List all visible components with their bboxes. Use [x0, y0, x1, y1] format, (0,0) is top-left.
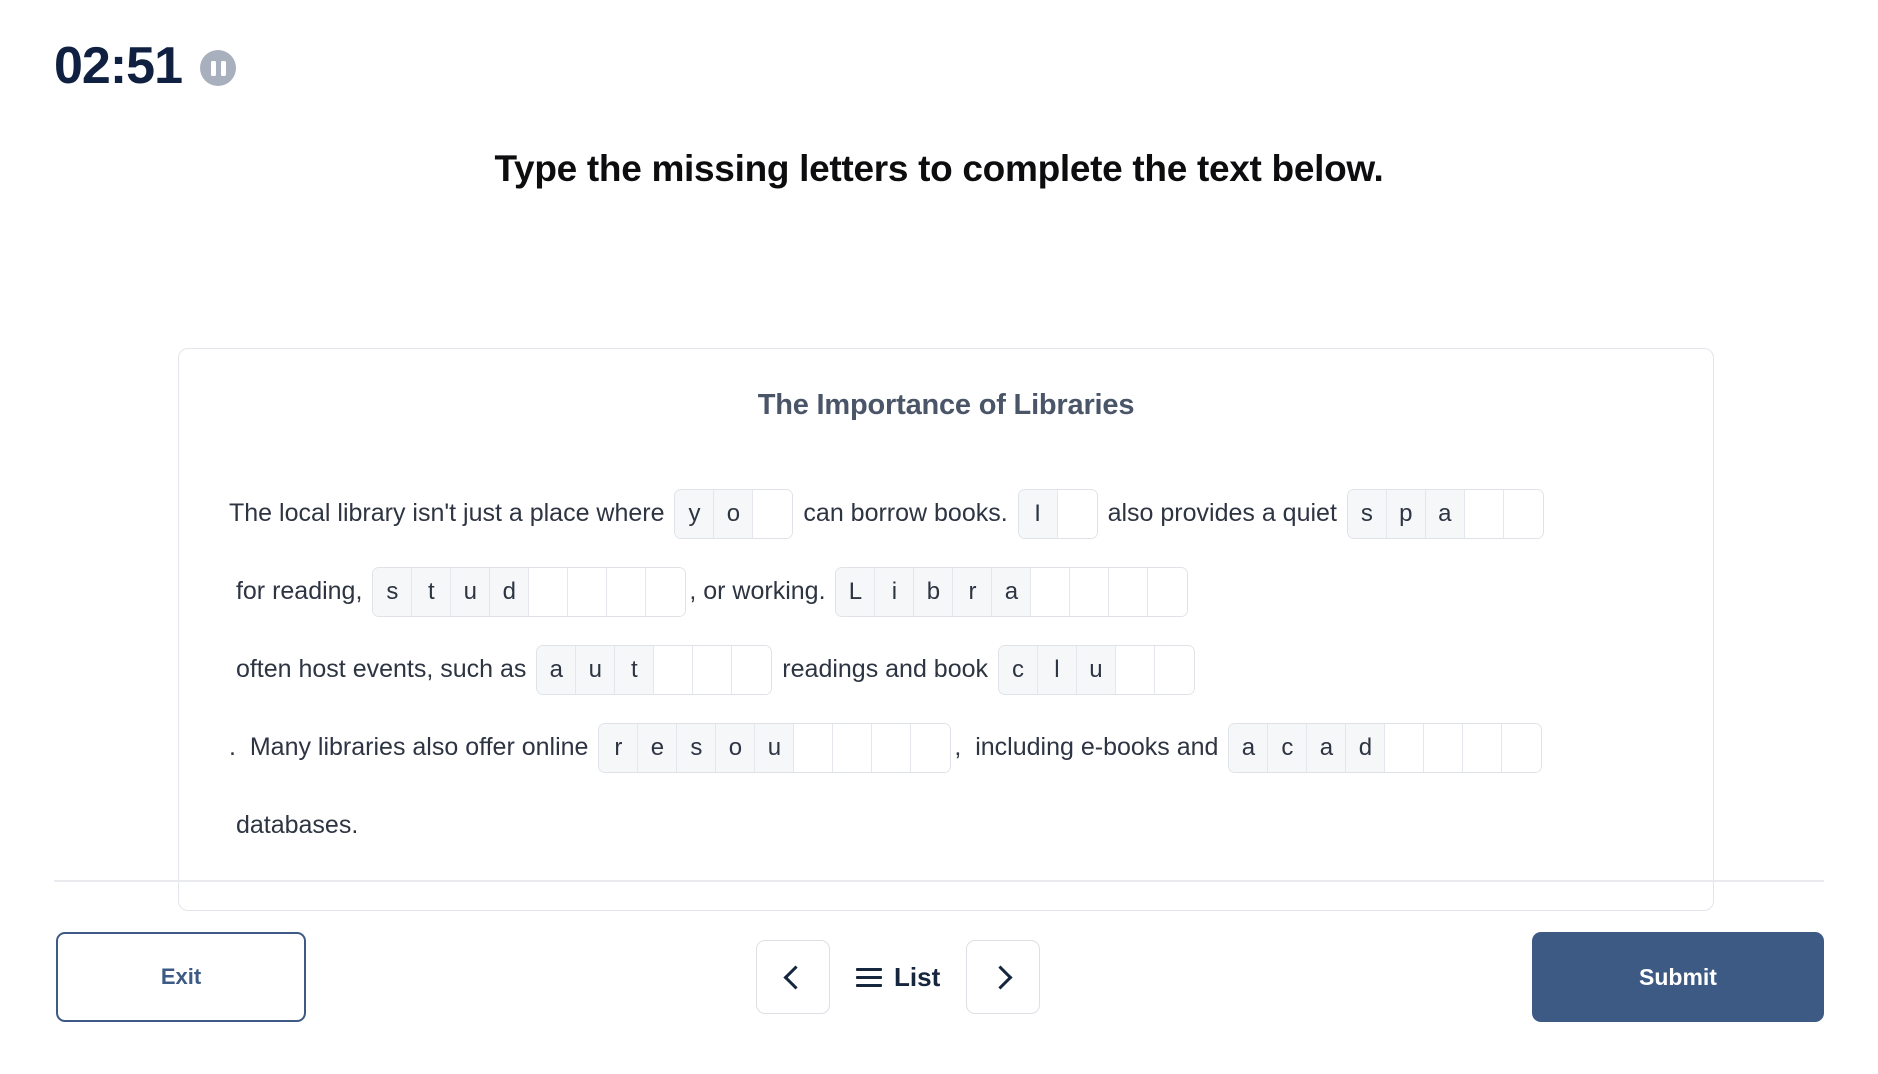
exit-button[interactable]: Exit [56, 932, 306, 1022]
letter-cell[interactable] [1148, 568, 1188, 617]
letter-cell[interactable]: o [714, 490, 754, 539]
letter-cell[interactable] [568, 568, 608, 617]
passage-text: also provides a quiet [1100, 499, 1344, 527]
letter-cell[interactable]: L [836, 568, 876, 617]
letter-cell[interactable]: I [1018, 490, 1058, 539]
list-button-label: List [894, 961, 941, 992]
letter-cell[interactable] [646, 568, 686, 617]
letter-cell[interactable]: r [599, 724, 639, 773]
passage-body: The local library isn't just a place whe… [225, 474, 1667, 864]
letter-cell[interactable]: i [875, 568, 915, 617]
letter-input-group[interactable]: aut [536, 645, 773, 696]
letter-cell[interactable]: u [755, 724, 795, 773]
letter-cell[interactable] [794, 724, 834, 773]
letter-cell[interactable]: p [1386, 490, 1426, 539]
letter-cell[interactable] [693, 646, 733, 695]
exercise-card: The Importance of Libraries The local li… [178, 348, 1714, 911]
footer-divider [54, 880, 1824, 882]
passage-text: for reading, [229, 577, 370, 605]
letter-input-group[interactable]: acad [1228, 723, 1543, 774]
next-button[interactable] [966, 940, 1041, 1014]
letter-cell[interactable] [1424, 724, 1464, 773]
letter-input-group[interactable]: I [1017, 489, 1098, 540]
letter-cell[interactable]: a [1425, 490, 1465, 539]
letter-cell[interactable]: c [1268, 724, 1308, 773]
letter-input-group[interactable]: Libra [835, 567, 1189, 618]
letter-cell[interactable]: o [716, 724, 756, 773]
exercise-page: 02:51 Type the missing letters to comple… [0, 0, 1878, 1074]
letter-input-group[interactable]: clu [997, 645, 1195, 696]
letter-cell[interactable]: r [953, 568, 993, 617]
page-title: Type the missing letters to complete the… [494, 148, 1384, 189]
passage-text: readings and book [775, 655, 995, 683]
timer: 02:51 [54, 40, 236, 92]
letter-cell[interactable] [1109, 568, 1149, 617]
passage-text: databases. [229, 811, 359, 839]
letter-cell[interactable] [1070, 568, 1110, 617]
letter-cell[interactable]: d [1346, 724, 1386, 773]
letter-cell[interactable]: l [1037, 646, 1077, 695]
timer-value: 02:51 [54, 37, 183, 95]
letter-cell[interactable] [654, 646, 694, 695]
passage-text: can borrow books. [796, 499, 1015, 527]
hamburger-icon [856, 967, 882, 987]
letter-cell[interactable]: d [490, 568, 530, 617]
passage-text: , or working. [689, 577, 833, 605]
navigation-controls: List [756, 940, 1041, 1014]
letter-cell[interactable]: a [1229, 724, 1269, 773]
chevron-left-icon [783, 964, 808, 990]
letter-cell[interactable]: u [576, 646, 616, 695]
letter-cell[interactable] [1115, 646, 1155, 695]
letter-cell[interactable]: y [675, 490, 715, 539]
passage-text: , including e-books and [954, 733, 1226, 761]
letter-cell[interactable] [1502, 724, 1542, 773]
chevron-right-icon [988, 964, 1013, 990]
passage-text: . Many libraries also offer online [229, 733, 596, 761]
passage-text: often host events, such as [229, 655, 534, 683]
letter-cell[interactable] [529, 568, 569, 617]
pause-bar-left [210, 60, 216, 76]
letter-cell[interactable] [1464, 490, 1504, 539]
submit-button[interactable]: Submit [1532, 932, 1824, 1022]
letter-cell[interactable]: s [373, 568, 413, 617]
letter-input-group[interactable]: spa [1346, 489, 1544, 540]
letter-cell[interactable] [833, 724, 873, 773]
letter-cell[interactable]: a [992, 568, 1032, 617]
letter-input-group[interactable]: stud [372, 567, 687, 618]
pause-icon[interactable] [200, 50, 236, 86]
letter-cell[interactable]: c [998, 646, 1038, 695]
letter-cell[interactable]: u [1076, 646, 1116, 695]
letter-cell[interactable] [911, 724, 951, 773]
letter-cell[interactable]: a [537, 646, 577, 695]
pause-bar-right [220, 60, 226, 76]
letter-input-group[interactable]: yo [674, 489, 794, 540]
letter-cell[interactable] [1057, 490, 1097, 539]
letter-cell[interactable]: t [615, 646, 655, 695]
letter-cell[interactable] [1463, 724, 1503, 773]
letter-cell[interactable] [1503, 490, 1543, 539]
previous-button[interactable] [756, 940, 830, 1014]
letter-cell[interactable]: b [914, 568, 954, 617]
letter-cell[interactable]: u [451, 568, 491, 617]
letter-cell[interactable]: s [677, 724, 717, 773]
passage-text: The local library isn't just a place whe… [229, 499, 672, 527]
letter-cell[interactable]: a [1307, 724, 1347, 773]
letter-cell[interactable]: e [638, 724, 678, 773]
letter-cell[interactable] [1385, 724, 1425, 773]
letter-input-group[interactable]: resou [598, 723, 952, 774]
letter-cell[interactable] [872, 724, 912, 773]
letter-cell[interactable] [1031, 568, 1071, 617]
letter-cell[interactable] [753, 490, 793, 539]
letter-cell[interactable]: t [412, 568, 452, 617]
letter-cell[interactable] [607, 568, 647, 617]
passage-title: The Importance of Libraries [757, 389, 1135, 421]
list-button[interactable]: List [852, 962, 944, 993]
letter-cell[interactable] [1154, 646, 1194, 695]
letter-cell[interactable] [732, 646, 772, 695]
letter-cell[interactable]: s [1347, 490, 1387, 539]
